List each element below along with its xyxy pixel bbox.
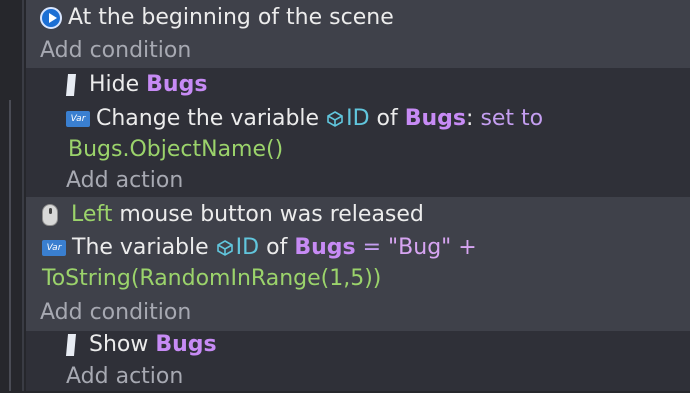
- object-name: Bugs: [146, 72, 208, 97]
- object-name: Bugs: [404, 106, 467, 131]
- condition-scene-start[interactable]: At the beginning of the scene: [40, 2, 690, 34]
- action-hide[interactable]: Hide Bugs: [66, 69, 690, 101]
- operator-text: =: [362, 235, 382, 260]
- action-value-expression: Bugs.ObjectName(): [68, 137, 284, 162]
- condition-text: The variable: [72, 235, 209, 260]
- add-action-button[interactable]: Add action: [66, 165, 690, 197]
- visibility-icon: [66, 334, 76, 356]
- object-name: Bugs: [155, 332, 217, 357]
- of-text: of: [376, 106, 398, 131]
- object-name: Bugs: [294, 235, 356, 260]
- indent-guide: [9, 100, 11, 391]
- string-value: "Bug" +: [388, 235, 477, 260]
- variable-name: ID: [346, 106, 370, 131]
- event-divider: [22, 0, 24, 391]
- add-action-button[interactable]: Add action: [66, 361, 690, 393]
- condition-text: mouse button was released: [119, 202, 424, 227]
- cube-icon: [216, 240, 233, 256]
- action-verb: Show: [89, 332, 149, 357]
- actions-area[interactable]: Hide Bugs Var Change the variable ID of B…: [26, 68, 690, 197]
- condition-mouse-released[interactable]: Left mouse button was released: [42, 199, 690, 231]
- event-2[interactable]: Left mouse button was released Var The va…: [26, 197, 690, 391]
- of-text: of: [266, 235, 288, 260]
- variable-name: ID: [235, 235, 260, 260]
- var-icon: Var: [42, 240, 66, 256]
- mouse-button-name: Left: [71, 202, 113, 227]
- condition-value-expression: ToString(RandomInRange(1,5)): [42, 266, 382, 291]
- var-icon: Var: [66, 111, 90, 127]
- conditions-area[interactable]: At the beginning of the scene Add condit…: [26, 0, 690, 68]
- actions-area[interactable]: Show Bugs Add action: [26, 331, 690, 391]
- operator-text: set to: [480, 106, 544, 131]
- add-condition-button[interactable]: Add condition: [40, 35, 690, 67]
- conditions-area[interactable]: Left mouse button was released Var The va…: [26, 197, 690, 331]
- visibility-icon: [66, 74, 76, 96]
- condition-text: At the beginning of the scene: [68, 5, 394, 30]
- cube-icon: [327, 111, 343, 127]
- action-verb: Hide: [89, 72, 140, 97]
- play-icon: [40, 7, 62, 29]
- action-text: Change the variable: [96, 106, 320, 131]
- mouse-icon: [42, 204, 58, 226]
- condition-variable-compare[interactable]: Var The variable ID of Bugs = "Bug" +: [42, 232, 690, 264]
- colon-text: :: [466, 106, 474, 131]
- action-change-variable[interactable]: Var Change the variable ID of Bugs: set t…: [66, 103, 690, 135]
- event-1[interactable]: At the beginning of the scene Add condit…: [26, 0, 690, 197]
- add-condition-button[interactable]: Add condition: [40, 297, 690, 329]
- action-show[interactable]: Show Bugs: [66, 329, 690, 361]
